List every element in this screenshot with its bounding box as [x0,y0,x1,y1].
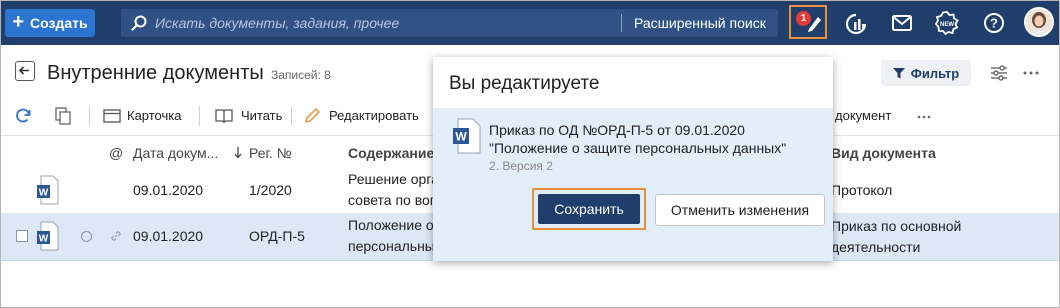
editing-popup: Вы редактируете W Приказ по ОД №ОРД-П-5 … [433,57,833,261]
edit-count-badge: 1 [796,11,811,26]
document-version: 2. Версия 2 [489,159,553,173]
advanced-search-link[interactable]: Расширенный поиск [634,15,766,31]
divider [621,14,622,32]
back-button[interactable] [15,61,35,81]
read-button[interactable]: Читать [241,108,282,123]
status-circle-icon[interactable] [81,231,92,242]
filter-button[interactable]: Фильтр [881,60,971,86]
column-reg-number[interactable]: Рег. № [249,145,292,161]
user-photo [1026,9,1052,35]
column-date[interactable]: Дата докум... [133,145,218,161]
content-cell-line2: персональны [348,238,435,254]
svg-text:W: W [39,188,49,199]
app-window: + Создать Искать документы, задания, про… [0,0,1060,308]
column-doc-type[interactable]: Вид документа [831,145,936,161]
word-document-icon: W [37,175,59,205]
create-button[interactable]: + Создать [5,9,95,37]
doc-type-cell-line2: деятельности [831,239,921,255]
editing-document-item[interactable]: W Приказ по ОД №ОРД-П-5 от 09.01.2020 "П… [433,108,833,261]
toolbar-divider [291,106,292,126]
card-button[interactable]: Карточка [127,108,181,123]
cancel-changes-button[interactable]: Отменить изменения [655,194,825,226]
more-options-icon[interactable] [1023,70,1039,76]
filter-icon [892,68,905,79]
row-checkbox[interactable] [16,230,28,242]
reg-number-cell: ОРД-П-5 [249,228,305,244]
save-highlight: Сохранить [532,188,646,230]
svg-text:NEW: NEW [940,22,954,28]
refresh-icon[interactable] [14,107,32,125]
word-document-icon: W [453,118,481,154]
sort-down-icon[interactable] [234,147,242,159]
settings-sliders-icon[interactable] [989,63,1009,83]
document-subtitle: "Положение о защите персональных данных" [489,140,787,156]
save-button[interactable]: Сохранить [538,194,640,224]
svg-text:?: ? [990,16,998,31]
user-avatar[interactable] [1024,7,1054,37]
svg-text:W: W [39,234,49,245]
edit-button[interactable]: Редактировать [329,108,419,123]
search-bar[interactable]: Искать документы, задания, прочее Расшир… [121,9,778,37]
date-cell: 09.01.2020 [133,182,204,198]
search-input[interactable]: Искать документы, задания, прочее [155,15,399,31]
card-icon [103,109,121,123]
svg-text:W: W [455,130,467,144]
search-icon [131,15,147,31]
book-icon [215,109,233,124]
filter-button-label: Фильтр [910,65,960,81]
more-icon[interactable] [917,115,931,119]
content-cell-line2: совета по воп [348,192,438,208]
create-button-label: Создать [30,15,88,31]
toolbar-divider [89,106,90,126]
plus-icon: + [12,11,25,33]
copy-icon[interactable] [55,107,71,125]
doc-type-cell: Приказ по основной [831,218,962,234]
column-attachment[interactable]: @ [109,145,123,161]
date-cell: 09.01.2020 [133,228,204,244]
dashboard-icon[interactable] [844,12,868,34]
page-title: Внутренние документы [47,62,264,84]
link-icon[interactable] [110,230,122,242]
help-icon[interactable]: ? [983,12,1005,34]
record-count: Записей: 8 [271,68,331,82]
document-button[interactable]: документ [835,108,891,123]
new-features-icon[interactable]: NEW [935,11,959,35]
pencil-icon [304,107,321,124]
arrow-left-icon [18,66,29,75]
document-title[interactable]: Приказ по ОД №ОРД-П-5 от 09.01.2020 [489,122,745,138]
mail-icon[interactable] [891,14,913,32]
top-bar: + Создать Искать документы, задания, про… [1,1,1059,45]
content-cell: Положение о [348,217,434,233]
popup-title: Вы редактируете [449,73,600,94]
doc-type-cell: Протокол [831,182,893,198]
reg-number-cell: 1/2020 [249,182,292,198]
column-content[interactable]: Содержание [348,145,434,161]
toolbar-divider [199,106,200,126]
editing-documents-button[interactable]: 1 [789,5,827,39]
word-document-icon: W [37,221,59,251]
content-cell: Решение орга [348,171,439,187]
